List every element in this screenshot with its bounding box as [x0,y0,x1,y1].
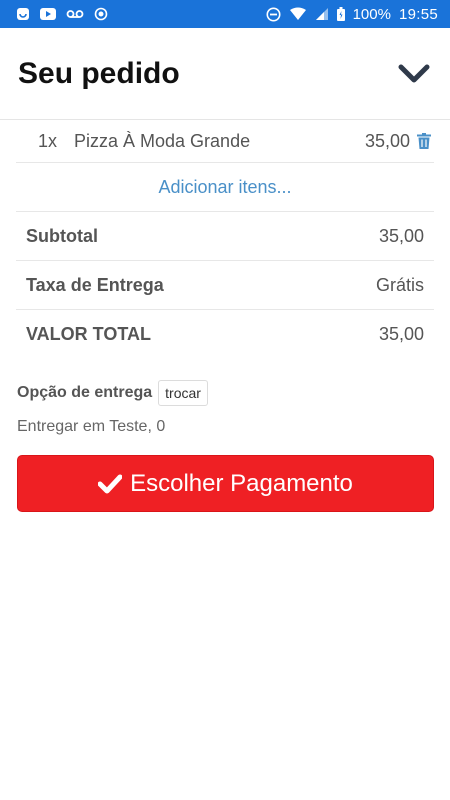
notification-icon [16,7,30,21]
header: Seu pedido [0,28,450,120]
collapse-button[interactable] [396,56,432,92]
subtotal-label: Subtotal [26,225,98,246]
delivery-fee-row: Taxa de Entrega Grátis [16,261,434,310]
choose-payment-label: Escolher Pagamento [130,469,353,497]
check-icon [98,474,123,493]
add-items-link[interactable]: Adicionar itens... [158,177,291,198]
delivery-section: Opção de entrega trocar Entregar em Test… [17,380,435,436]
battery-icon [336,7,345,21]
youtube-icon [40,8,56,20]
item-name: Pizza À Moda Grande [74,130,251,151]
status-right-icons: 100% 19:55 [266,6,438,23]
signal-icon [315,7,329,21]
delivery-fee-value: Grátis [375,274,424,295]
status-left-icons [16,7,108,21]
status-bar: 100% 19:55 [0,0,450,28]
item-quantity: 1x [38,130,58,151]
add-items-row: Adicionar itens... [16,163,434,212]
record-icon [94,7,108,21]
order-list: 1x Pizza À Moda Grande 35,00 Adicionar i… [16,120,434,359]
delivery-option-label: Opção de entrega [17,384,153,401]
delivery-option-line: Opção de entrega trocar [17,380,435,406]
order-item-row: 1x Pizza À Moda Grande 35,00 [16,120,434,163]
delivery-fee-label: Taxa de Entrega [26,274,164,295]
battery-percentage: 100% [352,5,391,23]
do-not-disturb-icon [266,7,281,22]
delivery-address: Entregar em Teste, 0 [17,418,166,435]
voicemail-icon [66,9,84,19]
remove-item-button[interactable] [414,131,434,151]
choose-payment-button[interactable]: Escolher Pagamento [17,455,434,512]
total-label: VALOR TOTAL [26,324,151,344]
total-value: 35,00 [378,324,424,344]
status-time: 19:55 [398,5,438,23]
item-price: 35,00 [364,130,410,151]
subtotal-value: 35,00 [378,225,424,246]
page-title: Seu pedido [18,56,180,90]
wifi-icon [289,7,307,21]
chevron-down-icon [398,64,430,82]
total-row: VALOR TOTAL 35,00 [16,310,434,359]
change-delivery-button[interactable]: trocar [158,380,208,406]
trash-icon [417,133,431,149]
subtotal-row: Subtotal 35,00 [16,212,434,261]
